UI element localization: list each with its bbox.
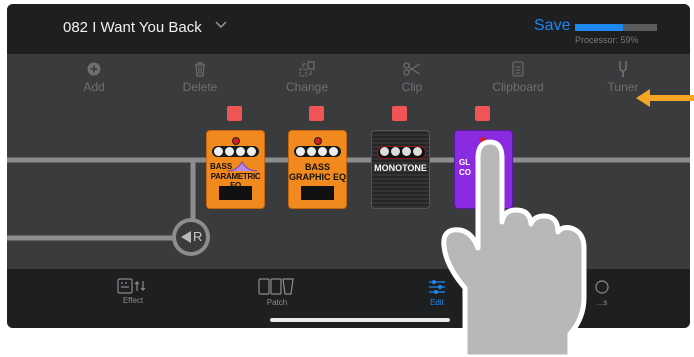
pedal-select-marker[interactable] (392, 106, 407, 121)
pedal-label: MONOTONE (374, 163, 427, 173)
nav-effect[interactable]: Effect (93, 278, 173, 305)
nav-patch-label: Patch (266, 298, 288, 307)
pedal-bass-graphic-eq[interactable]: BASS GRAPHIC EQ (288, 130, 347, 209)
nav-patch[interactable]: Patch (237, 278, 317, 307)
pedal-select-marker[interactable] (475, 106, 490, 121)
return-arrow-icon (181, 231, 191, 243)
pedal-select-marker[interactable] (309, 106, 324, 121)
pedal-bass-parametric-eq[interactable]: BASS PARAMETRIC EQ (206, 130, 265, 209)
pedal-label: GRAPHIC EQ (289, 172, 347, 182)
pedal-select-marker[interactable] (227, 106, 242, 121)
pointing-hand-icon (441, 139, 587, 357)
effect-icon (117, 278, 146, 294)
return-label: R (193, 229, 203, 244)
return-node[interactable]: R (172, 218, 210, 256)
annotation-arrow-icon (636, 89, 694, 107)
pedal-monotone[interactable]: MONOTONE (371, 130, 430, 209)
eq-curve-icon (227, 161, 257, 172)
pedal-label: BASS (304, 162, 330, 172)
home-indicator (270, 318, 450, 322)
patch-icon (258, 278, 294, 295)
nav-effect-label: Effect (122, 296, 144, 305)
